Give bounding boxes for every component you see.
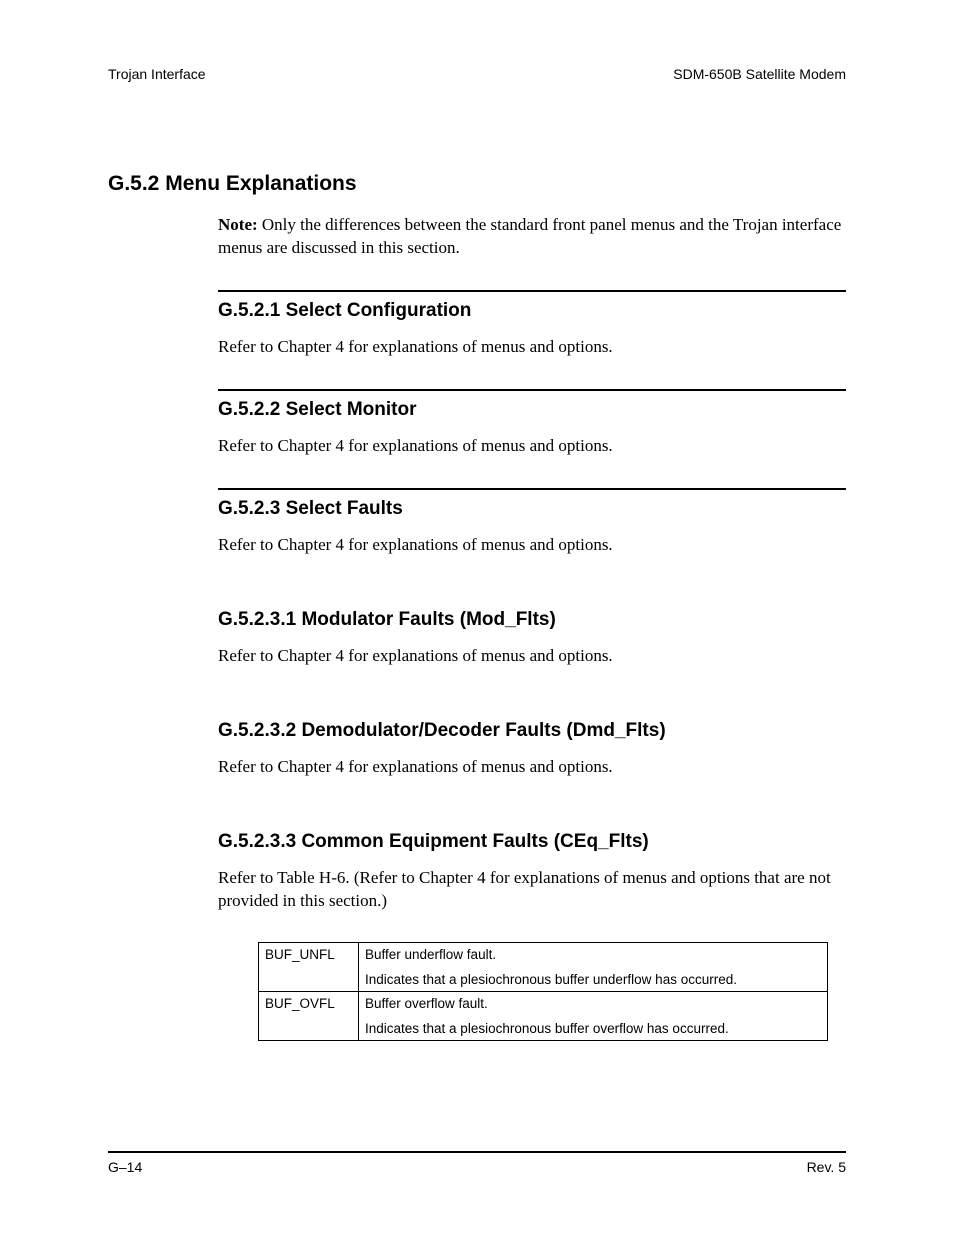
body-g5231: Refer to Chapter 4 for explanations of m… bbox=[218, 645, 846, 668]
heading-g5232: G.5.2.3.2 Demodulator/Decoder Faults (Dm… bbox=[218, 720, 846, 742]
heading-g5231: G.5.2.3.1 Modulator Faults (Mod_Flts) bbox=[218, 609, 846, 631]
heading-g5233: G.5.2.3.3 Common Equipment Faults (CEq_F… bbox=[218, 831, 846, 853]
fault-desc-line1: Buffer underflow fault. bbox=[365, 947, 821, 962]
fault-table: BUF_UNFL Buffer underflow fault. Indicat… bbox=[258, 942, 828, 1041]
fault-desc-line2: Indicates that a plesiochronous buffer u… bbox=[365, 972, 821, 987]
heading-g52: G.5.2 Menu Explanations bbox=[108, 172, 846, 196]
divider bbox=[218, 389, 846, 391]
note-text: Only the differences between the standar… bbox=[218, 215, 841, 257]
fault-desc-cell: Buffer underflow fault. Indicates that a… bbox=[359, 943, 828, 992]
body-g521: Refer to Chapter 4 for explanations of m… bbox=[218, 336, 846, 359]
table-row: BUF_OVFL Buffer overflow fault. Indicate… bbox=[259, 992, 828, 1041]
body-g522: Refer to Chapter 4 for explanations of m… bbox=[218, 435, 846, 458]
body-g5232: Refer to Chapter 4 for explanations of m… bbox=[218, 756, 846, 779]
note-label: Note: bbox=[218, 215, 258, 234]
header-left: Trojan Interface bbox=[108, 66, 206, 82]
footer-revision: Rev. 5 bbox=[807, 1159, 846, 1175]
heading-g521: G.5.2.1 Select Configuration bbox=[218, 300, 846, 322]
body-g523: Refer to Chapter 4 for explanations of m… bbox=[218, 534, 846, 557]
fault-desc-cell: Buffer overflow fault. Indicates that a … bbox=[359, 992, 828, 1041]
body-g5233: Refer to Table H-6. (Refer to Chapter 4 … bbox=[218, 867, 846, 913]
fault-desc-line2: Indicates that a plesiochronous buffer o… bbox=[365, 1021, 821, 1036]
heading-g523: G.5.2.3 Select Faults bbox=[218, 498, 846, 520]
heading-g522: G.5.2.2 Select Monitor bbox=[218, 399, 846, 421]
footer-page-number: G–14 bbox=[108, 1159, 142, 1175]
table-row: BUF_UNFL Buffer underflow fault. Indicat… bbox=[259, 943, 828, 992]
divider bbox=[218, 290, 846, 292]
page-footer: G–14 Rev. 5 bbox=[108, 1151, 846, 1175]
fault-code-cell: BUF_UNFL bbox=[259, 943, 359, 992]
page-header: Trojan Interface SDM-650B Satellite Mode… bbox=[108, 66, 846, 82]
fault-code-cell: BUF_OVFL bbox=[259, 992, 359, 1041]
divider bbox=[218, 488, 846, 490]
fault-desc-line1: Buffer overflow fault. bbox=[365, 996, 821, 1011]
note-block: Note: Only the differences between the s… bbox=[218, 214, 846, 260]
header-right: SDM-650B Satellite Modem bbox=[673, 66, 846, 82]
